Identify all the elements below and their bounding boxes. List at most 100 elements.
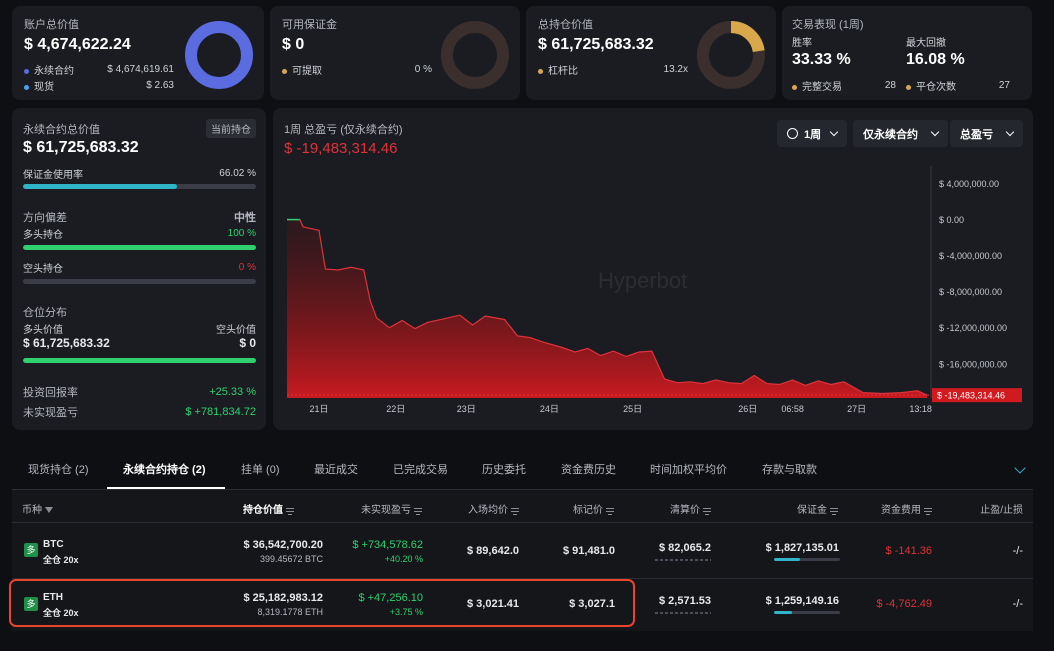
header-funding[interactable]: 资金费用 [881,501,932,516]
distribution-labels-row: 多头价值 空头价值 [23,325,256,336]
available-margin-card: 可用保证金 $ 0 可提取 0 % [270,6,520,100]
completed-dot-icon [792,84,797,90]
tab-open-orders[interactable]: 挂单 (0) [241,461,280,477]
perp-value-label: 永续合约总价值 [23,124,100,136]
performance-label: 交易表现 (1周) [792,19,864,31]
distribution-label: 仓位分布 [23,307,67,319]
margin-mode: 全仓 20x [43,555,79,565]
position-value: $ 36,542,700.20 [243,539,323,551]
header-liq-price[interactable]: 清算价 [670,501,711,516]
spot-dot-icon [24,84,29,90]
liquidation-price: $ 2,571.53 [659,595,711,607]
perp-dot-icon [24,68,29,74]
unrealized-pnl: $ +734,578.62 [352,539,423,551]
tab-twap[interactable]: 时间加权平均价 [650,461,727,477]
perp-value: $ 61,725,683.32 [23,139,139,156]
margin-value: $ 0 [282,36,305,53]
account-value-label: 账户总价值 [24,19,79,31]
roi-row: 投资回报率 +25.33 % [23,386,256,399]
x-tick-label: 13:18 [909,404,932,414]
y-tick-label: $ -16,000,000.00 [939,359,1007,369]
margin-ratio-bar [774,558,840,561]
row-highlight-box [9,579,635,627]
current-positions-badge[interactable]: 当前持仓 [206,119,256,138]
tab-order-history[interactable]: 历史委托 [482,461,526,477]
distribution-values-row: $ 61,725,683.32 $ 0 [23,336,256,350]
header-coin[interactable]: 币种 [22,501,53,516]
header-position-value[interactable]: 持仓价值 [243,501,294,516]
leverage-dot-icon [538,68,543,74]
tab-spot-positions[interactable]: 现货持仓 (2) [28,461,89,477]
funding-fee: $ -4,762.49 [876,598,932,610]
margin-value: $ 1,827,135.01 [765,542,839,554]
account-value: $ 4,674,622.24 [24,36,131,53]
total-position-card: 总持仓价值 $ 61,725,683.32 杠杆比 13.2x [526,6,776,100]
header-mark-price[interactable]: 标记价 [573,501,614,516]
x-tick-label: 06:58 [781,404,804,414]
position-size: 399.45672 BTC [259,554,323,564]
liquidation-distance-bar [655,612,711,614]
x-tick-label: 22日 [386,404,405,414]
positions-value: $ 61,725,683.32 [538,36,654,53]
tpsl-value[interactable]: -/- [1013,545,1023,557]
mark-price: $ 91,481.0 [563,545,615,557]
sort-icon [703,508,711,516]
pnl-area-chart: Hyperbot $ 4,000,000.00 $ 0.00 $ -4,000,00… [287,166,1022,414]
unrealized-pnl-pct: +40.20 % [384,554,423,564]
tab-funding-history[interactable]: 资金费历史 [561,461,616,477]
sort-icon [924,508,932,516]
positions-label: 总持仓价值 [538,19,593,31]
y-tick-label: $ -12,000,000.00 [939,323,1007,333]
margin-donut-chart [441,21,509,89]
header-entry-price[interactable]: 入场均价 [468,501,519,516]
win-rate-label: 胜率 [792,38,812,49]
direction-bias-row: 方向偏差 中性 [23,212,256,224]
margin-label: 可用保证金 [282,19,337,31]
legend-withdrawable: 可提取 0 % [282,62,432,77]
close-dot-icon [906,84,911,90]
header-upnl[interactable]: 未实现盈亏 [361,501,422,516]
liquidation-price: $ 82,065.2 [659,542,711,554]
sort-icon [414,508,422,516]
y-tick-label: $ 4,000,000.00 [939,179,999,189]
x-tick-label: 25日 [623,404,642,414]
perp-summary-panel: 永续合约总价值 当前持仓 $ 61,725,683.32 保证金使用率 66.0… [12,108,266,430]
legend-perp: 永续合约 $ 4,674,619.61 [24,62,174,77]
positions-donut-chart [697,21,765,89]
table-row-divider [12,522,1033,523]
margin-value: $ 1,259,149.16 [765,595,839,607]
legend-leverage: 杠杆比 13.2x [538,62,688,77]
close-count: 平仓次数 27 [906,78,1010,93]
header-margin[interactable]: 保证金 [797,501,838,516]
margin-ratio-bar [774,611,840,614]
tab-completed-trades[interactable]: 已完成交易 [393,461,448,477]
x-tick-label: 27日 [847,404,866,414]
sort-icon [511,508,519,516]
entry-price: $ 89,642.0 [467,545,519,557]
drawdown-label: 最大回撤 [906,38,946,49]
tab-deposits-withdrawals[interactable]: 存款与取款 [762,461,817,477]
chart-watermark: Hyperbot [598,268,687,293]
distribution-bar [23,358,256,363]
x-tick-label: 21日 [309,404,328,414]
tpsl-value[interactable]: -/- [1013,598,1023,610]
short-position-row: 空头持仓 0 % [23,262,256,275]
margin-usage-row: 保证金使用率 66.02 % [23,168,256,181]
coin-name[interactable]: BTC [43,539,64,550]
y-tick-label: $ -8,000,000.00 [939,287,1002,297]
pnl-chart-panel: 1周 总盈亏 (仅永续合约) $ -19,483,314.46 1周 仅永续合约… [273,108,1033,430]
sort-icon [606,508,614,516]
short-position-bar [23,279,256,284]
current-value-label: $ -19,483,314.46 [937,391,1005,401]
withdraw-dot-icon [282,68,287,74]
y-tick-label: $ 0.00 [939,215,964,225]
account-donut-chart [185,21,253,89]
completed-trades: 完整交易 28 [792,78,896,93]
tab-perp-positions[interactable]: 永续合约持仓 (2) [123,461,206,477]
collapse-chevron-icon[interactable] [1014,462,1026,474]
legend-spot: 现货 $ 2.63 [24,78,174,93]
funding-fee: $ -141.36 [885,545,932,557]
pnl-area-fill [287,219,927,398]
tab-recent-fills[interactable]: 最近成交 [314,461,358,477]
win-rate-value: 33.33 % [792,51,851,68]
